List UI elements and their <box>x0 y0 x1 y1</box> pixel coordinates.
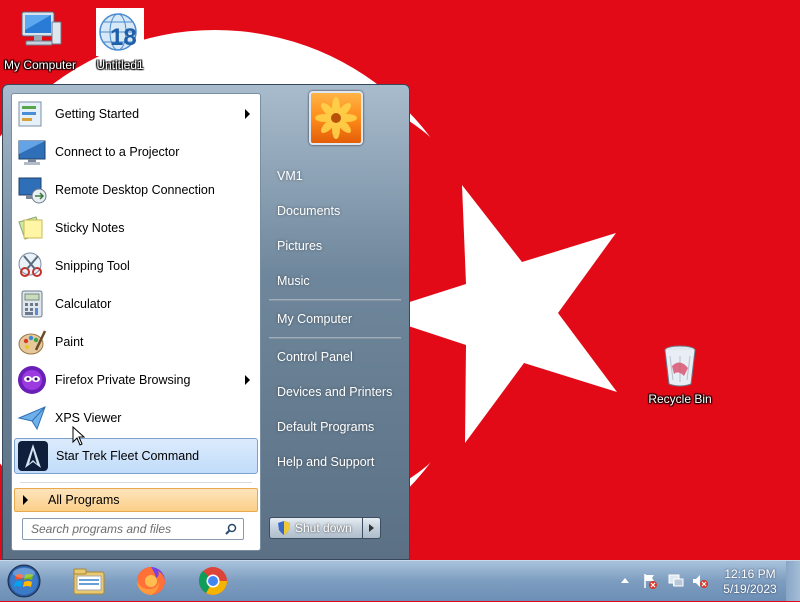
getting-started-icon <box>16 98 48 130</box>
globe-18-icon: 18 <box>96 8 144 56</box>
divider <box>269 299 401 301</box>
program-label: Paint <box>55 335 84 349</box>
system-clock[interactable]: 12:16 PM 5/19/2023 <box>720 567 780 597</box>
user-picture-avatar[interactable] <box>309 91 363 145</box>
desktop-icon-my-computer[interactable]: My Computer <box>0 8 80 72</box>
place-control-panel[interactable]: Control Panel <box>277 350 353 364</box>
program-label: Calculator <box>55 297 112 311</box>
star-trek-icon <box>17 440 49 472</box>
place-pictures[interactable]: Pictures <box>277 239 322 253</box>
start-button[interactable] <box>6 563 42 599</box>
mouse-cursor-icon <box>72 425 86 446</box>
scissors-icon <box>16 250 48 282</box>
desktop-icon-recycle-bin[interactable]: Recycle Bin <box>640 342 720 406</box>
all-programs-button[interactable]: All Programs <box>14 488 258 512</box>
program-connect-to-projector[interactable]: Connect to a Projector <box>14 134 258 170</box>
program-label: Firefox Private Browsing <box>55 373 191 387</box>
clock-time: 12:16 PM <box>724 567 776 581</box>
place-user-vm1[interactable]: VM1 <box>277 169 303 183</box>
shutdown-options-button[interactable] <box>363 517 381 539</box>
network-icon[interactable] <box>668 573 684 589</box>
expand-arrow-icon <box>23 495 28 505</box>
chrome-icon[interactable] <box>196 564 230 598</box>
place-devices-and-printers[interactable]: Devices and Printers <box>277 385 392 399</box>
windows-explorer-icon[interactable] <box>72 564 106 598</box>
projector-icon <box>16 136 48 168</box>
program-label: XPS Viewer <box>55 411 122 425</box>
program-label: Snipping Tool <box>55 259 130 273</box>
submenu-arrow-icon <box>245 375 250 385</box>
firefox-private-icon <box>16 364 48 396</box>
start-menu-places-pane: VM1 Documents Pictures Music My Computer… <box>261 85 409 559</box>
search-input[interactable]: Search programs and files <box>22 518 244 540</box>
paint-palette-icon <box>16 326 48 358</box>
program-paint[interactable]: Paint <box>14 324 258 360</box>
desktop-icon-label: Recycle Bin <box>648 392 712 406</box>
program-label: Connect to a Projector <box>55 145 180 159</box>
program-sticky-notes[interactable]: Sticky Notes <box>14 210 258 246</box>
remote-desktop-icon <box>16 174 48 206</box>
shutdown-label: Shut down <box>295 521 352 535</box>
place-documents[interactable]: Documents <box>277 204 340 218</box>
place-default-programs[interactable]: Default Programs <box>277 420 374 434</box>
program-xps-viewer[interactable]: XPS Viewer <box>14 400 258 436</box>
action-center-flag-icon[interactable] <box>642 573 658 589</box>
globe-badge: 18 <box>110 24 137 51</box>
program-label: Star Trek Fleet Command <box>56 449 200 463</box>
place-my-computer[interactable]: My Computer <box>277 312 352 326</box>
start-menu: Getting Started Connect to a Projector R… <box>2 84 410 560</box>
recycle-bin-icon <box>656 342 704 390</box>
desktop-icon-untitled1[interactable]: 18 Untitled1 <box>80 8 160 72</box>
all-programs-label: All Programs <box>48 493 120 507</box>
show-hidden-icons-chevron-icon[interactable] <box>621 578 629 583</box>
search-placeholder: Search programs and files <box>31 522 172 536</box>
sticky-notes-icon <box>16 212 48 244</box>
taskbar: 12:16 PM 5/19/2023 <box>0 560 800 601</box>
program-getting-started[interactable]: Getting Started <box>14 96 258 132</box>
program-label: Getting Started <box>55 107 140 121</box>
volume-muted-icon[interactable] <box>692 573 708 589</box>
program-label: Sticky Notes <box>55 221 125 235</box>
divider <box>269 337 401 339</box>
chevron-right-icon <box>369 524 374 532</box>
xps-viewer-icon <box>16 402 48 434</box>
desktop-icon-label: Untitled1 <box>96 58 144 72</box>
divider <box>20 482 252 483</box>
clock-date: 5/19/2023 <box>723 582 777 596</box>
computer-icon <box>16 8 64 56</box>
program-remote-desktop[interactable]: Remote Desktop Connection <box>14 172 258 208</box>
shutdown-button[interactable]: Shut down <box>269 517 363 539</box>
place-help-and-support[interactable]: Help and Support <box>277 455 374 469</box>
show-desktop-button[interactable] <box>786 561 800 601</box>
start-menu-programs-pane: Getting Started Connect to a Projector R… <box>11 93 261 551</box>
program-label: Remote Desktop Connection <box>55 183 215 197</box>
program-star-trek-fleet-command[interactable]: Star Trek Fleet Command <box>14 438 258 474</box>
place-music[interactable]: Music <box>277 274 310 288</box>
program-snipping-tool[interactable]: Snipping Tool <box>14 248 258 284</box>
firefox-icon[interactable] <box>134 564 168 598</box>
program-firefox-private[interactable]: Firefox Private Browsing <box>14 362 258 398</box>
search-icon[interactable] <box>225 523 237 535</box>
desktop-icon-label: My Computer <box>3 58 77 72</box>
program-calculator[interactable]: Calculator <box>14 286 258 322</box>
submenu-arrow-icon <box>245 109 250 119</box>
shield-icon <box>278 521 290 535</box>
calculator-icon <box>16 288 48 320</box>
